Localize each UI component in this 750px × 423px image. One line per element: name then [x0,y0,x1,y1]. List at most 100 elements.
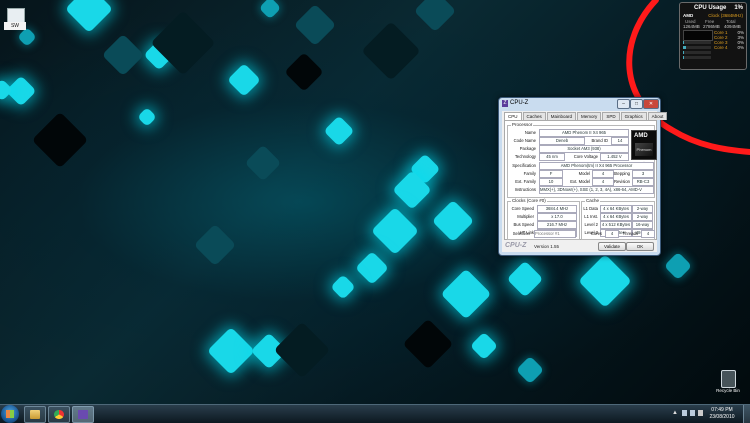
recycle-bin-label: Recycle Bin [716,388,740,393]
desktop-file-icon[interactable]: SW [4,8,26,30]
clock-date[interactable]: 23/08/2010 [708,414,736,420]
field-label: Core Speed [511,206,534,211]
gadget-title: CPU Usage [694,5,727,11]
field-label: Package [519,146,536,151]
core-label: Core 4 [714,45,728,50]
l2-value: 4 x 512 KBytes [600,221,632,229]
group-label: Processor [511,122,534,127]
field-label: Ext. Family [515,179,536,184]
multiplier-value: x 17.0 [537,213,577,221]
cpu-usage-graph [683,30,713,41]
recycle-bin[interactable]: Recycle Bin [713,368,743,398]
cpuz-footer: CPU-Z Version 1.55 Validate OK [502,240,657,252]
l1-inst-assoc: 2-way [632,213,653,221]
recycle-bin-icon [721,370,736,388]
tab-mainboard[interactable]: Mainboard [546,112,577,120]
wallpaper-square [578,254,632,308]
flag-icon[interactable] [698,410,703,416]
revision-value: RB-C3 [632,178,654,186]
codename-value: Deneb [539,137,585,145]
core-list: Core 1 0% Core 2 3% Core 3 0% Core 4 0% [714,30,744,50]
l2-assoc: 16-way [632,221,653,229]
processor-group: Processor Name AMD Phenom II X4 965 Code… [507,122,657,198]
gadget-clock: Clock (3684MHz) [708,13,743,18]
taskbar-cpuz[interactable] [72,406,94,423]
ext-family-value: 10 [539,178,563,186]
desktop-file-label: SW [4,22,26,30]
windows-logo-icon [6,410,14,418]
taskbar-explorer[interactable] [24,406,46,423]
field-label: L1 Data [583,206,598,211]
core-bars [683,41,711,61]
threads-label: Threads [622,231,638,236]
phenom-logo-text: Phenom II [635,143,653,165]
gadget-total-percent: 1% [734,5,743,11]
wallpaper-square [31,111,89,169]
tab-spd[interactable]: SPD [602,112,620,120]
field-label: L1 Inst. [584,214,598,219]
wallpaper-square [227,63,261,97]
wallpaper-square [244,144,282,182]
cpuz-titlebar[interactable]: Z CPU-Z – □ ✕ [499,98,660,109]
field-label: Code Name [513,138,536,143]
specification-value: AMD Phenom(tm) II X4 965 Processor [539,162,654,170]
network-icon[interactable] [682,410,687,416]
start-button[interactable] [1,405,19,423]
cpuz-window[interactable]: Z CPU-Z – □ ✕ CPU Caches Mainboard Memor… [498,97,668,256]
core-value: 0% [737,45,744,50]
field-label: Technology [514,154,536,159]
field-label: Level 2 [584,222,598,227]
show-desktop-button[interactable] [743,405,750,423]
core-row: Core 4 0% [714,45,744,50]
cpuz-app-icon: Z [502,100,508,107]
maximize-button[interactable]: □ [630,99,643,109]
ext-model-value: 4 [592,178,614,186]
wallpaper-square [469,331,499,361]
tab-graphics[interactable]: Graphics [620,112,647,120]
core-voltage-value: 1.452 V [600,153,629,161]
minimize-button[interactable]: – [617,99,630,109]
stepping-value: 3 [632,170,654,178]
gadget-vendor: AMD [683,13,694,18]
field-label: Multiplier [517,214,534,219]
field-label: Family [523,171,536,176]
wallpaper-square [330,274,356,300]
field-label: Model [578,171,590,176]
cpuz-tabs: CPU Caches Mainboard Memory SPD Graphics… [504,112,668,121]
field-label: Revision [613,179,630,184]
package-value: Socket AM3 (938) [539,145,629,153]
wallpaper-square [64,0,114,34]
clock-time[interactable]: 07:49 PM [708,407,736,413]
wallpaper-square [663,251,693,281]
wallpaper-square [293,3,337,47]
wallpaper-square [323,115,355,147]
desktop[interactable]: SW CPU Usage 1% AMD Clock (3684MHz) Used… [0,0,750,404]
taskbar-chrome[interactable] [48,406,70,423]
wallpaper-square [515,355,545,385]
ok-button[interactable]: OK [626,242,654,251]
cpu-usage-gadget[interactable]: CPU Usage 1% AMD Clock (3684MHz) Used Fr… [679,2,747,70]
show-hidden-icons-icon[interactable]: ▲ [672,410,678,416]
tab-memory[interactable]: Memory [577,112,602,120]
wallpaper-square [355,251,389,285]
tab-caches[interactable]: Caches [522,112,546,120]
bus-speed-value: 216.7 MHz [537,221,577,229]
group-label: Cache [585,198,601,203]
amd-phenom-logo: AMD Phenom II [631,130,657,165]
field-label: Brand ID [591,138,608,143]
cpuz-title: CPU-Z [510,100,529,106]
processor-select[interactable]: Processor #1 [534,230,576,238]
tab-about[interactable]: About [647,112,668,120]
volume-icon[interactable] [690,410,695,416]
taskbar: ▲ 07:49 PM 23/08/2010 [0,404,750,423]
technology-value: 45 nm [539,153,565,161]
gadget-mem-value: 4094MB [724,24,741,29]
processor-name-value: AMD Phenom II X4 965 [539,129,629,137]
validate-button[interactable]: Validate [598,242,626,251]
cpuz-version: Version 1.55 [534,244,560,249]
close-button[interactable]: ✕ [643,99,659,109]
wallpaper-square [206,326,256,376]
cpu-tab-panel: Processor Name AMD Phenom II X4 965 Code… [504,120,657,240]
core-bar [683,41,711,44]
field-label: Core Voltage [573,154,598,159]
